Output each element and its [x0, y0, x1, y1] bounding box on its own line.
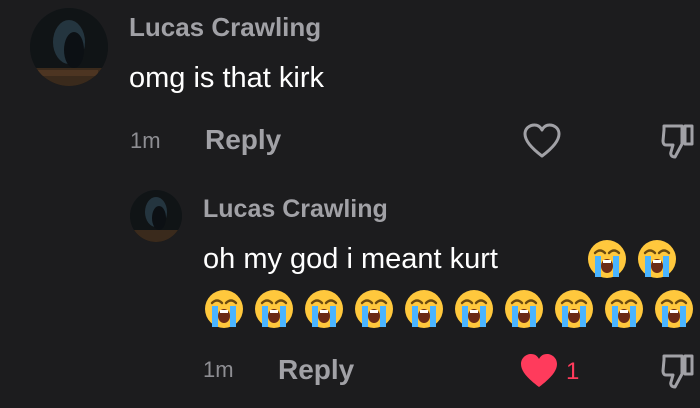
loudly-crying-face-icon: [253, 288, 295, 330]
loudly-crying-face-icon: [586, 238, 628, 280]
reply-username[interactable]: Lucas Crawling: [203, 195, 388, 224]
loudly-crying-face-icon: [553, 288, 595, 330]
loudly-crying-face-icon: [303, 288, 345, 330]
comment-username[interactable]: Lucas Crawling: [129, 12, 321, 43]
reply-like-count: 1: [566, 358, 580, 385]
thumbs-down-icon[interactable]: [660, 352, 696, 390]
comment-timestamp: 1m: [130, 128, 161, 153]
loudly-crying-face-icon: [453, 288, 495, 330]
comment-reply-button[interactable]: Reply: [205, 124, 281, 156]
reply-text: oh my god i meant kurt: [203, 243, 498, 275]
reply-reply-button[interactable]: Reply: [278, 354, 354, 386]
heart-filled-icon[interactable]: [518, 352, 560, 390]
loudly-crying-face-icon: [603, 288, 645, 330]
loudly-crying-face-icon: [503, 288, 545, 330]
reply-inline-emojis: [586, 238, 678, 280]
comment-avatar[interactable]: [30, 8, 108, 86]
loudly-crying-face-icon: [353, 288, 395, 330]
loudly-crying-face-icon: [653, 288, 695, 330]
loudly-crying-face-icon: [203, 288, 245, 330]
loudly-crying-face-icon: [403, 288, 445, 330]
reply-avatar[interactable]: [130, 190, 182, 242]
heart-outline-icon[interactable]: [522, 122, 562, 160]
thumbs-down-icon[interactable]: [660, 122, 696, 160]
comment-text: omg is that kirk: [129, 62, 324, 94]
loudly-crying-face-icon: [636, 238, 678, 280]
reply-emoji-line: [203, 288, 695, 330]
reply-timestamp: 1m: [203, 357, 234, 382]
